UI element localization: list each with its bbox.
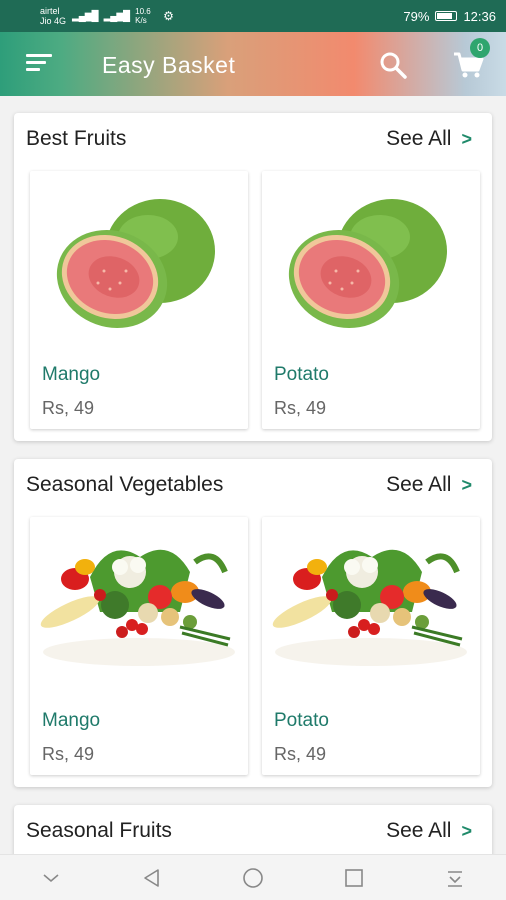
home-icon[interactable] bbox=[238, 863, 268, 893]
battery-icon bbox=[435, 11, 458, 21]
see-all-button[interactable]: See All > bbox=[386, 473, 472, 497]
see-all-label: See All bbox=[386, 127, 452, 150]
carrier-1: airtel bbox=[40, 6, 60, 16]
product-name: Mango bbox=[42, 364, 101, 385]
vegetables-image bbox=[30, 517, 248, 697]
section-title: Seasonal Vegetables bbox=[26, 473, 224, 496]
system-nav-bar bbox=[0, 854, 506, 900]
data-speed: 10.6 K/s bbox=[135, 7, 151, 25]
product-price: Rs, 49 bbox=[42, 398, 95, 418]
see-all-button[interactable]: See All > bbox=[386, 127, 472, 151]
see-all-label: See All bbox=[386, 819, 452, 842]
signal-icon-2: ▂▄▆█ bbox=[103, 10, 131, 22]
section-title: Best Fruits bbox=[26, 127, 127, 150]
chevron-right-icon: > bbox=[461, 820, 472, 841]
menu-icon[interactable] bbox=[26, 54, 52, 74]
product-name: Mango bbox=[42, 710, 101, 731]
see-all-button[interactable]: See All > bbox=[386, 819, 472, 843]
notification-icon: ⚙ bbox=[163, 9, 174, 23]
chevron-right-icon: > bbox=[461, 474, 472, 495]
back-icon[interactable] bbox=[137, 863, 167, 893]
section-seasonal-vegetables: Seasonal Vegetables See All > Mango Rs, … bbox=[14, 459, 492, 787]
section-header: Seasonal Fruits See All > bbox=[14, 805, 492, 859]
product-card[interactable]: Potato Rs, 49 bbox=[262, 517, 480, 775]
app-bar: Easy Basket bbox=[0, 32, 506, 96]
vegetables-image bbox=[262, 517, 480, 697]
see-all-label: See All bbox=[386, 473, 452, 496]
product-name: Potato bbox=[274, 364, 329, 385]
battery-percent: 79% bbox=[403, 8, 430, 24]
cart-count-badge: 0 bbox=[470, 38, 490, 58]
status-bar: airtel Jio 4G ▂▄▆█ ▂▄▆█ 10.6 K/s ⚙ 79% 1… bbox=[0, 0, 506, 32]
search-icon[interactable] bbox=[378, 50, 408, 80]
guava-image bbox=[42, 199, 215, 344]
product-price: Rs, 49 bbox=[274, 398, 327, 418]
section-header: Seasonal Vegetables See All > bbox=[14, 459, 492, 513]
app-title: Easy Basket bbox=[102, 52, 236, 78]
section-best-fruits: Best Fruits See All > Mango Rs, 49 Potat… bbox=[14, 113, 492, 441]
signal-icon: ▂▄▆█ bbox=[72, 10, 99, 22]
chevron-right-icon: > bbox=[461, 128, 472, 149]
hide-nav-icon[interactable] bbox=[36, 863, 66, 893]
notification-pull-icon[interactable] bbox=[440, 863, 470, 893]
guava-image bbox=[274, 199, 447, 344]
section-title: Seasonal Fruits bbox=[26, 819, 172, 842]
section-header: Best Fruits See All > bbox=[14, 113, 492, 167]
carrier-info: airtel Jio 4G bbox=[40, 6, 66, 26]
product-price: Rs, 49 bbox=[42, 744, 95, 764]
clock: 12:36 bbox=[463, 8, 496, 24]
product-card[interactable]: Mango Rs, 49 bbox=[30, 171, 248, 429]
product-price: Rs, 49 bbox=[274, 744, 327, 764]
recents-icon[interactable] bbox=[339, 863, 369, 893]
product-name: Potato bbox=[274, 710, 329, 731]
product-card[interactable]: Potato Rs, 49 bbox=[262, 171, 480, 429]
carrier-2: Jio 4G bbox=[40, 16, 67, 26]
product-card[interactable]: Mango Rs, 49 bbox=[30, 517, 248, 775]
